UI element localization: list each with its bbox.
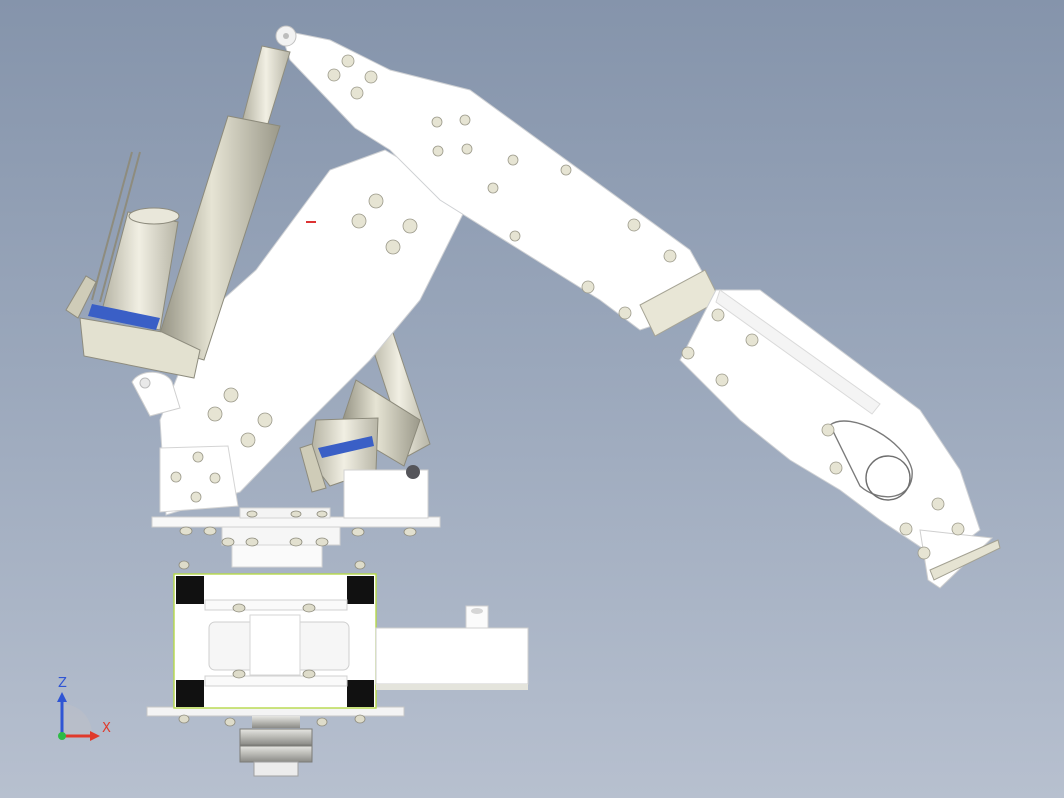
cad-viewport[interactable]: Z X (0, 0, 1064, 798)
axis-label-z: Z (58, 676, 67, 691)
axis-triad-icon (57, 692, 100, 741)
axis-label-x: X (102, 721, 111, 736)
forearm-extension[interactable] (639, 269, 1001, 589)
robot-arm-model[interactable] (0, 0, 1064, 798)
coordinate-triad: Z X (40, 670, 130, 750)
base-frame[interactable] (146, 558, 529, 777)
